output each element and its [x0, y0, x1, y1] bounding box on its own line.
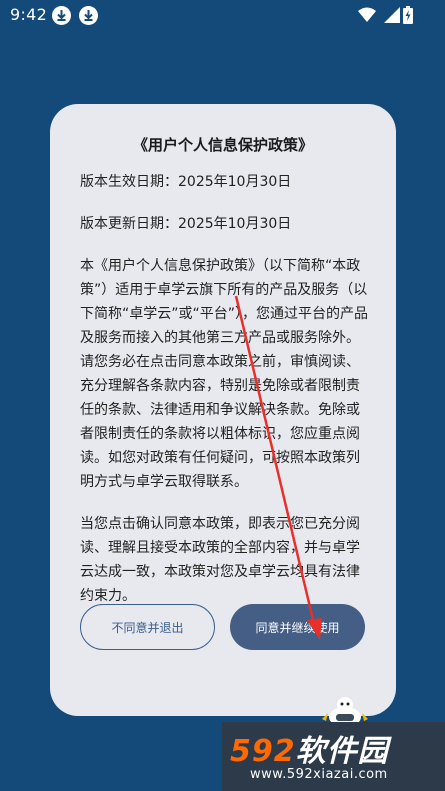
- policy-content-scroll[interactable]: 版本生效日期：2025年10月30日 版本更新日期：2025年10月30日 本《…: [80, 170, 372, 610]
- dialog-title: 《用户个人信息保护政策》: [132, 136, 313, 154]
- signal-icon: [384, 7, 400, 23]
- status-time: 9:42: [10, 5, 48, 24]
- updated-date: 版本更新日期：2025年10月30日: [80, 216, 292, 232]
- watermark-url: www.592xiazai.com: [250, 767, 388, 782]
- effective-date: 版本生效日期：2025年10月30日: [80, 174, 292, 190]
- download-icon: [79, 6, 98, 25]
- watermark-title: 592软件园: [230, 734, 389, 769]
- battery-charging-icon: [403, 6, 413, 24]
- status-bar: 9:42: [0, 0, 445, 32]
- policy-paragraph: 本《用户个人信息保护政策》（以下简称“本政策”）适用于卓学云旗下所有的产品及服务…: [80, 258, 369, 490]
- wifi-icon: [358, 7, 376, 22]
- download-icon: [52, 6, 71, 25]
- privacy-policy-dialog: 《用户个人信息保护政策》 版本生效日期：2025年10月30日 版本更新日期：2…: [50, 104, 396, 716]
- watermark-logo: 592软件园 www.592xiazai.com: [222, 722, 445, 791]
- policy-paragraph: 当您点击确认同意本政策，即表示您已充分阅读、理解且接受本政策的全部内容，并与卓学…: [80, 516, 360, 604]
- accept-button[interactable]: 同意并继续使用: [230, 604, 365, 650]
- decline-button[interactable]: 不同意并退出: [80, 604, 215, 650]
